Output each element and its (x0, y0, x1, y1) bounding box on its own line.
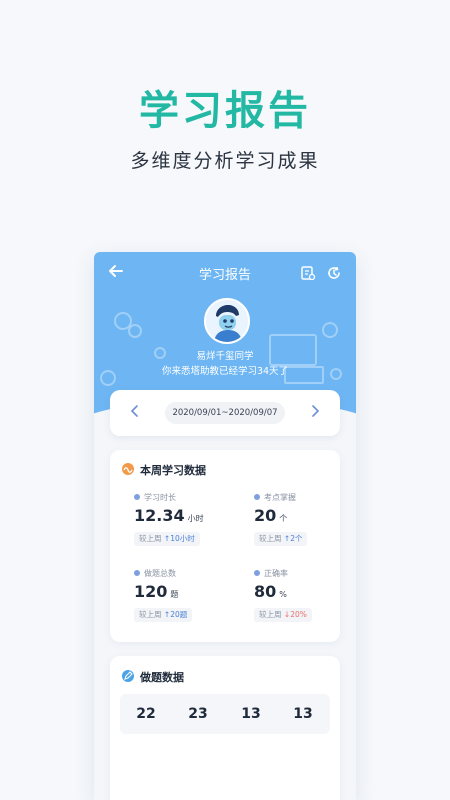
practice-numbers: 22 23 13 13 (120, 694, 330, 734)
date-range-label[interactable]: 2020/09/01~2020/09/07 (165, 402, 285, 424)
top-bar: 学习报告 (94, 252, 356, 292)
practice-number: 23 (188, 706, 208, 722)
check-icon (254, 570, 260, 576)
clock-icon (134, 494, 140, 500)
promo-subtitle: 多维度分析学习成果 (130, 150, 320, 172)
weekly-title: 本周学习数据 (140, 464, 206, 477)
stat-compare: 较上周 ↑2个 (254, 532, 308, 546)
report-icon[interactable] (300, 265, 316, 281)
avatar[interactable] (204, 298, 250, 344)
practice-number: 22 (136, 706, 156, 722)
phone-screen: 学习报告 易烊千玺同学 你来悉塔助教已经学习34天了 2020/09/01~20… (94, 252, 356, 800)
chevron-right-icon[interactable] (310, 402, 320, 423)
practice-number: 13 (293, 706, 313, 722)
stat-compare: 较上周 ↑10小时 (134, 532, 200, 546)
stat-accuracy: 正确率 80% 较上周 ↓20% (254, 568, 354, 624)
stat-label: 学习时长 (144, 493, 176, 502)
date-range-selector: 2020/09/01~2020/09/07 (110, 390, 340, 436)
stat-value: 12.34 小时 (134, 506, 204, 525)
weekly-stats-card: 本周学习数据 学习时长 12.34 小时 较上周 ↑10小时 考点掌握 20 个 较… (110, 450, 340, 642)
target-icon (254, 494, 260, 500)
page-title: 学习报告 (198, 268, 251, 283)
practice-stats-card: 做题数据 22 23 13 13 (110, 656, 340, 800)
chevron-left-icon[interactable] (130, 402, 140, 423)
practice-number: 13 (241, 706, 261, 722)
practice-title: 做题数据 (140, 671, 184, 684)
stat-value: 20 个 (254, 506, 288, 525)
wave-icon (122, 463, 134, 475)
stat-label: 正确率 (264, 569, 288, 578)
grid-icon (134, 570, 140, 576)
stat-value: 80% (254, 582, 287, 601)
stat-compare: 较上周 ↑20题 (134, 608, 193, 622)
stat-points-mastered: 考点掌握 20 个 较上周 ↑2个 (254, 492, 354, 548)
stat-total-questions: 做题总数 120 题 较上周 ↑20题 (134, 568, 234, 624)
stat-value: 120 题 (134, 582, 179, 601)
study-days-note: 你来悉塔助教已经学习34天了 (161, 366, 289, 377)
stat-label: 考点掌握 (264, 493, 296, 502)
history-icon[interactable] (326, 265, 342, 281)
stat-study-time: 学习时长 12.34 小时 较上周 ↑10小时 (134, 492, 234, 548)
stat-compare: 较上周 ↓20% (254, 608, 312, 622)
user-name: 易烊千玺同学 (196, 351, 254, 362)
stat-label: 做题总数 (144, 569, 176, 578)
promo-title: 学习报告 (139, 88, 311, 134)
pencil-icon (122, 670, 134, 682)
